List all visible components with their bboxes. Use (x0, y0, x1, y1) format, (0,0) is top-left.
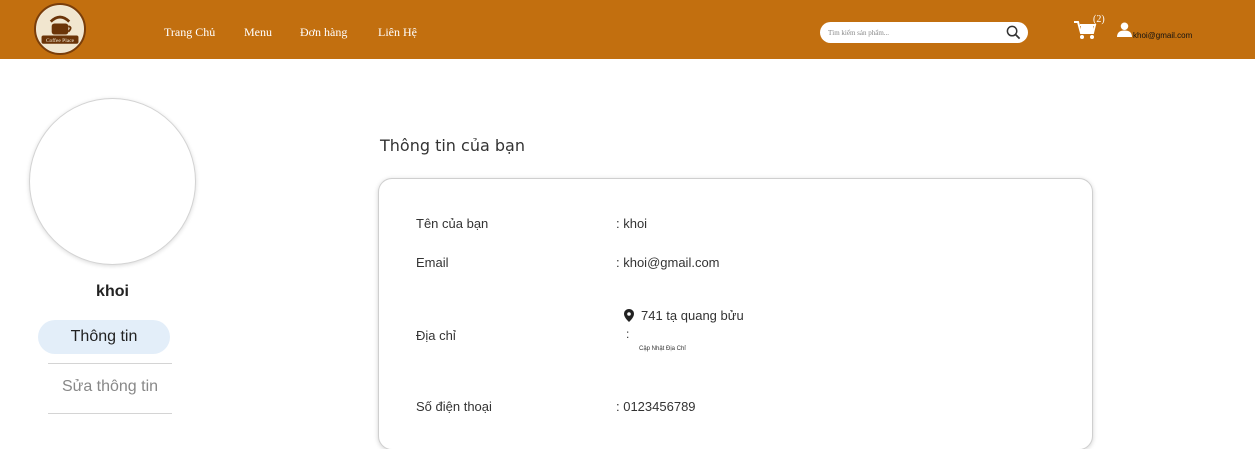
phone-label: Số điện thoại (416, 399, 492, 414)
location-pin-icon (624, 309, 634, 322)
tab-profile-info[interactable]: Thông tin (38, 320, 170, 354)
phone-value: : 0123456789 (616, 399, 696, 414)
update-address-link[interactable]: Cập Nhật Địa Chỉ (639, 346, 686, 352)
tab-edit-profile[interactable]: Sửa thông tin (48, 378, 172, 396)
cart-count-badge: (2) (1093, 14, 1105, 25)
address-colon: : (626, 327, 630, 341)
email-value: : khoi@gmail.com (616, 255, 720, 270)
top-navbar: Coffee Place Trang Chủ Menu Đơn hàng Liê… (0, 0, 1255, 59)
nav-contact[interactable]: Liên Hệ (378, 25, 417, 40)
profile-name: khoi (96, 283, 129, 300)
coffee-place-logo[interactable]: Coffee Place (34, 3, 86, 55)
search-box (820, 22, 1028, 43)
user-email-link[interactable]: khoi@gmail.com (1133, 31, 1192, 40)
search-icon[interactable] (1006, 25, 1021, 40)
nav-home[interactable]: Trang Chủ (164, 25, 215, 40)
sidebar-divider (48, 363, 172, 364)
search-input[interactable] (828, 25, 998, 40)
user-icon[interactable] (1117, 22, 1132, 37)
avatar (29, 98, 196, 265)
page-title: Thông tin của bạn (380, 136, 525, 155)
name-label: Tên của bạn (416, 216, 489, 231)
address-label: Địa chỉ (416, 328, 456, 343)
email-label: Email (416, 255, 449, 270)
name-value: : khoi (616, 216, 648, 231)
nav-orders[interactable]: Đơn hàng (300, 25, 347, 40)
nav-menu[interactable]: Menu (244, 25, 272, 40)
sidebar-divider (48, 413, 172, 414)
logo-text: Coffee Place (46, 37, 75, 44)
address-value: 741 tạ quang bửu (641, 308, 744, 323)
